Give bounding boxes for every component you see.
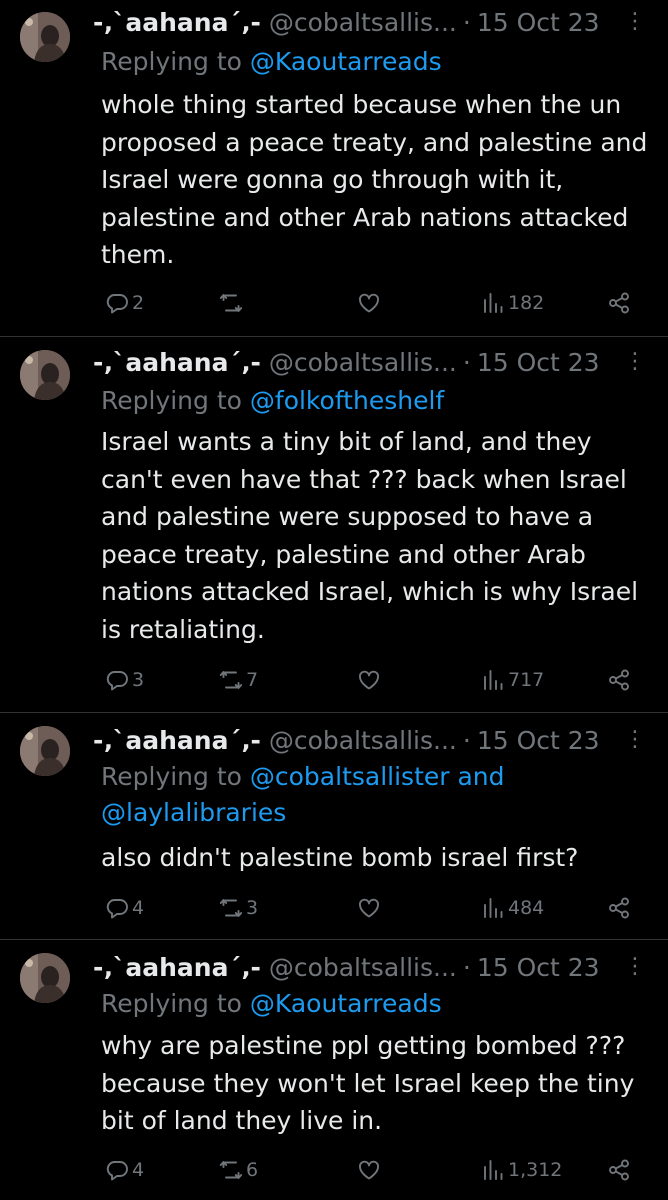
separator: · bbox=[462, 952, 471, 982]
heart-icon bbox=[357, 291, 381, 315]
views-button[interactable]: 1,312 bbox=[481, 1155, 562, 1185]
views-button[interactable]: 182 bbox=[481, 288, 544, 318]
repost-button[interactable]: 7 bbox=[219, 665, 258, 695]
replying-to: Replying to @folkoftheshelf bbox=[101, 383, 648, 419]
mention-link[interactable]: @Kaoutarreads bbox=[250, 47, 442, 76]
heart-icon bbox=[357, 1158, 381, 1182]
author-handle[interactable]: @cobaltsallis... bbox=[269, 953, 457, 982]
reply-prefix: Replying to bbox=[101, 386, 250, 415]
author-name[interactable]: -‚`aahana´‚- bbox=[93, 953, 261, 982]
share-icon bbox=[607, 1158, 631, 1182]
timestamp[interactable]: 15 Oct 23 bbox=[477, 8, 600, 37]
mention-link[interactable]: @Kaoutarreads bbox=[250, 989, 442, 1018]
action-bar: 3 7 717 bbox=[101, 665, 641, 695]
views-button[interactable]: 484 bbox=[481, 893, 544, 923]
tweet-1[interactable]: -‚`aahana´‚- @cobaltsallis... · 15 Oct 2… bbox=[0, 0, 668, 336]
action-bar: 2 182 bbox=[101, 288, 641, 318]
view-count: 182 bbox=[508, 292, 545, 314]
reply-icon bbox=[105, 668, 129, 692]
heart-icon bbox=[357, 668, 381, 692]
like-button[interactable] bbox=[357, 893, 384, 923]
more-options-icon[interactable]: ⋮ bbox=[624, 953, 646, 981]
repost-button[interactable]: 3 bbox=[219, 893, 258, 923]
reply-count: 2 bbox=[132, 292, 145, 314]
replying-to: Replying to @cobaltsallister and @laylal… bbox=[101, 759, 648, 831]
author-handle[interactable]: @cobaltsallis... bbox=[269, 726, 457, 755]
view-count: 717 bbox=[508, 669, 545, 691]
reply-prefix: Replying to bbox=[101, 47, 250, 76]
repost-count: 6 bbox=[246, 1159, 259, 1181]
author-name[interactable]: -‚`aahana´‚- bbox=[93, 8, 261, 37]
timestamp[interactable]: 15 Oct 23 bbox=[477, 348, 600, 377]
like-button[interactable] bbox=[357, 1155, 384, 1185]
views-icon bbox=[481, 1158, 505, 1182]
view-count: 1,312 bbox=[508, 1159, 563, 1181]
reply-icon bbox=[105, 291, 129, 315]
reply-icon bbox=[105, 1158, 129, 1182]
reply-icon bbox=[105, 896, 129, 920]
author-name[interactable]: -‚`aahana´‚- bbox=[93, 726, 261, 755]
avatar[interactable] bbox=[20, 953, 70, 1003]
more-options-icon[interactable]: ⋮ bbox=[624, 8, 646, 36]
tweet-text: also didn't palestine bomb israel first? bbox=[101, 843, 579, 872]
avatar[interactable] bbox=[20, 726, 70, 776]
reply-button[interactable]: 2 bbox=[105, 288, 144, 318]
tweet-text: Israel wants a tiny bit of land, and the… bbox=[101, 427, 639, 644]
mention-link[interactable]: @folkoftheshelf bbox=[250, 386, 444, 415]
repost-count: 3 bbox=[246, 897, 259, 919]
separator: · bbox=[462, 7, 471, 37]
share-button[interactable] bbox=[607, 665, 631, 695]
tweet-text: why are palestine ppl getting bombed ???… bbox=[101, 1031, 635, 1135]
more-options-icon[interactable]: ⋮ bbox=[624, 726, 646, 754]
reply-button[interactable]: 3 bbox=[105, 665, 144, 695]
share-button[interactable] bbox=[607, 288, 631, 318]
separator: · bbox=[462, 347, 471, 377]
share-icon bbox=[607, 896, 631, 920]
repost-button[interactable] bbox=[219, 288, 246, 318]
share-icon bbox=[607, 668, 631, 692]
reply-prefix: Replying to bbox=[101, 762, 250, 791]
repost-icon bbox=[219, 291, 243, 315]
action-bar: 4 6 1,312 bbox=[101, 1155, 641, 1185]
reply-count: 3 bbox=[132, 669, 145, 691]
reply-count: 4 bbox=[132, 897, 145, 919]
separator: · bbox=[462, 725, 471, 755]
share-button[interactable] bbox=[607, 1155, 631, 1185]
views-icon bbox=[481, 896, 505, 920]
heart-icon bbox=[357, 896, 381, 920]
avatar[interactable] bbox=[20, 350, 70, 400]
reply-count: 4 bbox=[132, 1159, 145, 1181]
author-handle[interactable]: @cobaltsallis... bbox=[269, 8, 457, 37]
tweet-text: whole thing started because when the un … bbox=[101, 90, 648, 269]
share-button[interactable] bbox=[607, 893, 631, 923]
repost-icon bbox=[219, 1158, 243, 1182]
author-name[interactable]: -‚`aahana´‚- bbox=[93, 348, 261, 377]
replying-to: Replying to @Kaoutarreads bbox=[101, 44, 648, 80]
tweet-2[interactable]: -‚`aahana´‚- @cobaltsallis... · 15 Oct 2… bbox=[0, 337, 668, 712]
action-bar: 4 3 484 bbox=[101, 893, 641, 923]
reply-prefix: Replying to bbox=[101, 989, 250, 1018]
views-button[interactable]: 717 bbox=[481, 665, 544, 695]
more-options-icon[interactable]: ⋮ bbox=[624, 348, 646, 376]
reply-button[interactable]: 4 bbox=[105, 893, 144, 923]
timestamp[interactable]: 15 Oct 23 bbox=[477, 726, 600, 755]
author-handle[interactable]: @cobaltsallis... bbox=[269, 348, 457, 377]
like-button[interactable] bbox=[357, 665, 384, 695]
like-button[interactable] bbox=[357, 288, 384, 318]
tweet-3[interactable]: -‚`aahana´‚- @cobaltsallis... · 15 Oct 2… bbox=[0, 713, 668, 939]
reply-button[interactable]: 4 bbox=[105, 1155, 144, 1185]
view-count: 484 bbox=[508, 897, 545, 919]
repost-count: 7 bbox=[246, 669, 259, 691]
views-icon bbox=[481, 291, 505, 315]
repost-icon bbox=[219, 896, 243, 920]
views-icon bbox=[481, 668, 505, 692]
replying-to: Replying to @Kaoutarreads bbox=[101, 986, 648, 1022]
share-icon bbox=[607, 291, 631, 315]
repost-button[interactable]: 6 bbox=[219, 1155, 258, 1185]
avatar[interactable] bbox=[20, 12, 70, 62]
timestamp[interactable]: 15 Oct 23 bbox=[477, 953, 600, 982]
repost-icon bbox=[219, 668, 243, 692]
tweet-4[interactable]: -‚`aahana´‚- @cobaltsallis... · 15 Oct 2… bbox=[0, 940, 668, 1200]
